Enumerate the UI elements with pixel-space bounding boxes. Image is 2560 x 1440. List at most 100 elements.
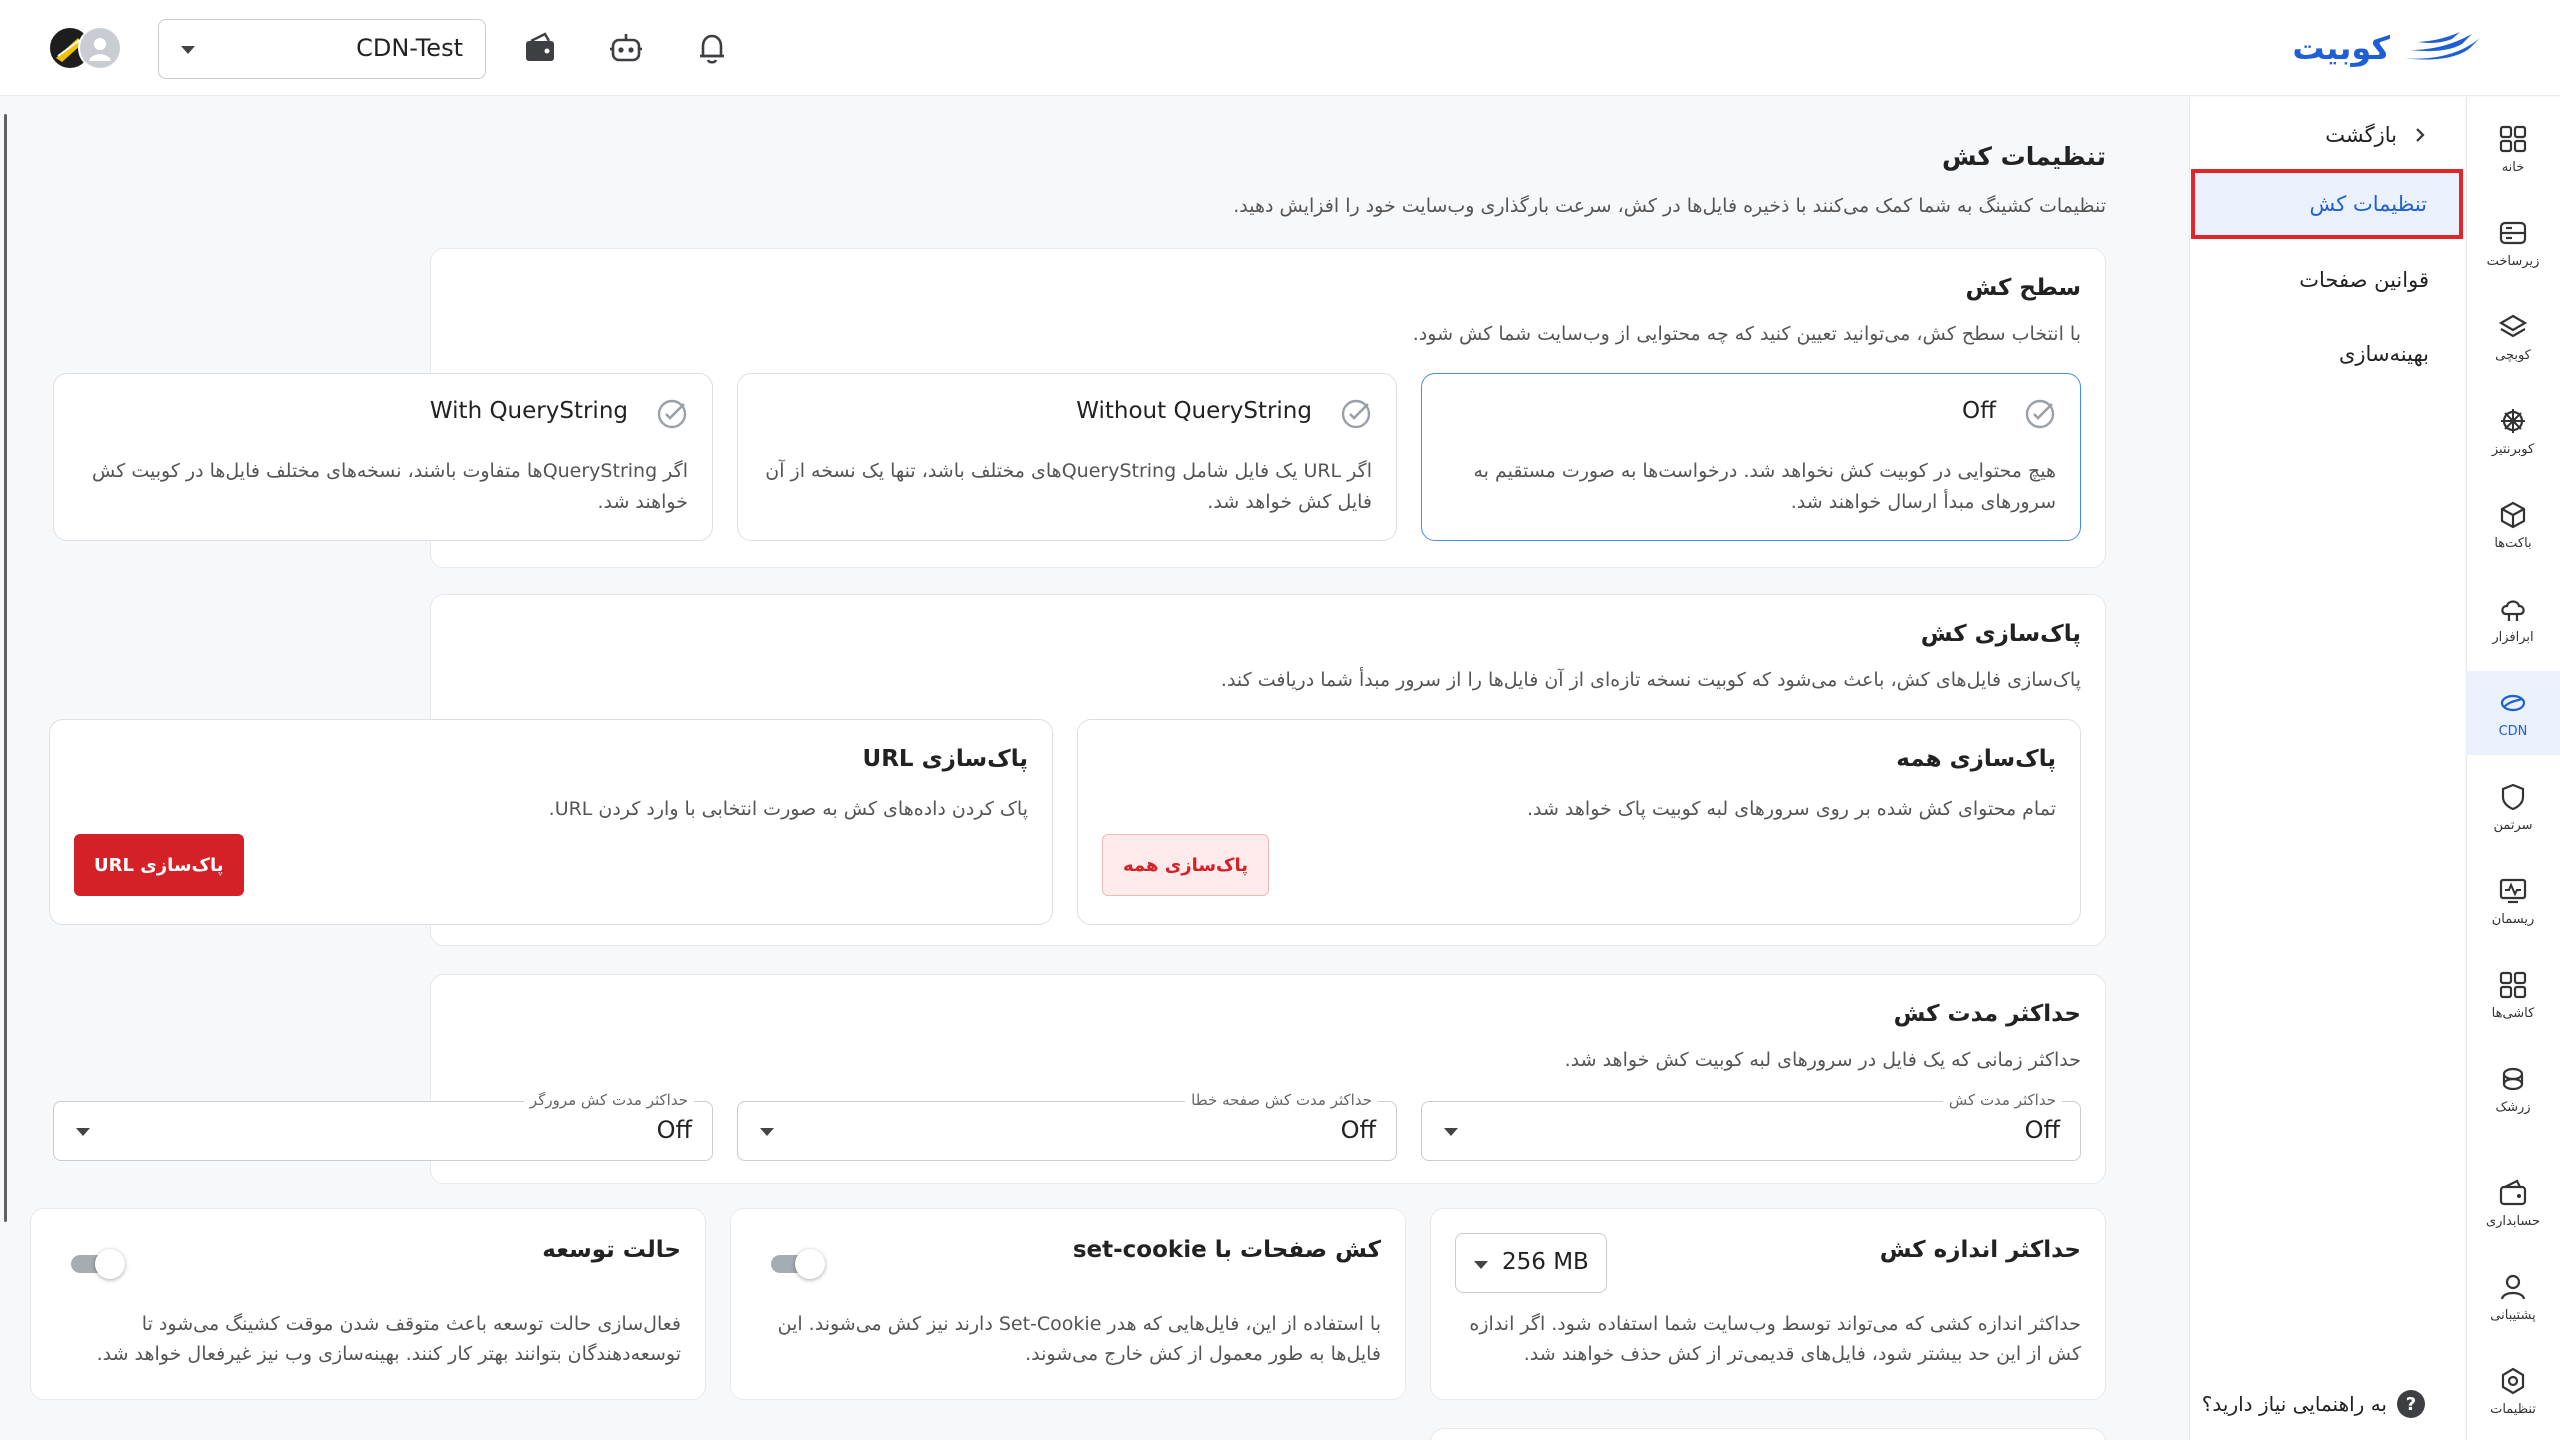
select-value: Off <box>656 1116 692 1144</box>
help-link[interactable]: ? به راهنمایی نیاز دارید؟ <box>2202 1390 2425 1418</box>
person-avatar <box>78 26 122 70</box>
rail-item-cloud-app[interactable]: ابرافزار <box>2466 577 2560 661</box>
max-cache-size-select[interactable]: 256 MB <box>1455 1233 1607 1293</box>
development-mode-toggle[interactable] <box>71 1249 127 1279</box>
chevron-right-icon <box>2416 128 2425 142</box>
icon-rail: خانه زیرساخت کوبچی کوبرنتیز باکت‌ها ابرا… <box>2466 97 2560 1440</box>
kubernetes-icon <box>2501 408 2525 433</box>
subnav-item-optimization[interactable]: بهینه‌سازی <box>2189 319 2465 389</box>
rail-item-kubchi[interactable]: کوبچی <box>2466 295 2560 379</box>
logo-icon <box>2404 32 2480 60</box>
gear-icon <box>2501 1367 2525 1394</box>
development-mode-card: حالت توسعه فعال‌سازی حالت توسعه باعث متو… <box>30 1208 706 1400</box>
cache-level-option-off[interactable]: Off هیچ محتوایی در کوبیت کش نخواهد شد. د… <box>1421 373 2081 541</box>
check-circle-icon <box>2025 399 2055 429</box>
logo-text: کوبیت <box>2292 29 2390 67</box>
back-label: بازگشت <box>2325 123 2397 147</box>
select-value: Off <box>1340 1116 1376 1144</box>
bell-icon <box>700 34 724 64</box>
card-title: حالت توسعه <box>542 1237 681 1263</box>
rail-item-label: کاشی‌ها <box>2491 1005 2535 1021</box>
question-icon: ? <box>2397 1390 2425 1418</box>
panel-description: پاک کردن داده‌های کش به صورت انتخابی با … <box>548 798 1028 820</box>
wallet-button[interactable] <box>520 28 560 68</box>
rail-item-sartaman[interactable]: سرتمن <box>2466 765 2560 849</box>
option-title: Without QueryString <box>1076 398 1312 424</box>
rail-item-zereshk[interactable]: زرشک <box>2466 1047 2560 1131</box>
layers-icon <box>2498 314 2528 337</box>
rail-item-label: پشتیبانی <box>2490 1307 2536 1323</box>
assistant-button[interactable] <box>606 28 646 68</box>
scrollbar[interactable] <box>4 114 7 1222</box>
chevron-down-icon <box>760 1128 774 1136</box>
check-circle-icon <box>1341 399 1371 429</box>
rail-item-support[interactable]: پشتیبانی <box>2466 1255 2560 1339</box>
logo[interactable]: کوبیت <box>2292 26 2484 70</box>
option-title: Off <box>1962 398 1996 424</box>
card-description: حداکثر اندازه کشی که می‌تواند توسط وب‌سا… <box>1469 1313 2081 1365</box>
rail-item-label: ابرافزار <box>2492 629 2534 645</box>
rail-item-label: ریسمان <box>2491 911 2535 927</box>
secondary-nav: بازگشت تنظیمات کش قوانین صفحات بهینه‌ساز… <box>2189 97 2465 1440</box>
rail-item-home[interactable]: خانه <box>2466 107 2560 191</box>
panel-title: پاک‌سازی همه <box>1896 746 2056 772</box>
rail-item-label: باکت‌ها <box>2494 535 2532 551</box>
rail-item-accounting[interactable]: حسابداری <box>2466 1161 2560 1245</box>
chevron-down-icon <box>181 46 195 54</box>
purge-all-button[interactable]: پاک‌سازی همه <box>1102 834 1269 896</box>
user-avatar[interactable] <box>48 26 122 70</box>
card-title: حداکثر اندازه کش <box>1879 1237 2081 1263</box>
field-label: حداکثر مدت کش صفحه خطا <box>1185 1091 1378 1109</box>
wallet-icon <box>526 32 554 61</box>
cache-level-option-with-querystring[interactable]: With QueryString اگر QueryStringها متفاو… <box>53 373 713 541</box>
cache-level-card: سطح کش با انتخاب سطح کش، می‌توانید تعیین… <box>53 248 2106 568</box>
purge-url-button[interactable]: پاک‌سازی URL <box>74 834 244 896</box>
rail-item-buckets[interactable]: باکت‌ها <box>2466 483 2560 567</box>
page-description: تنظیمات کشینگ به شما کمک می‌کنند با ذخیر… <box>1233 195 2106 217</box>
support-icon <box>2500 1274 2526 1299</box>
select-value: Off <box>2024 1116 2060 1144</box>
subnav-item-page-rules[interactable]: قوانین صفحات <box>2189 245 2465 315</box>
back-link[interactable]: بازگشت <box>2325 115 2429 155</box>
cdn-icon <box>2500 694 2526 711</box>
rail-item-tiles[interactable]: کاشی‌ها <box>2466 953 2560 1037</box>
project-select-value: CDN-Test <box>356 34 463 62</box>
set-cookie-toggle[interactable] <box>771 1249 827 1279</box>
rail-item-kubernetes[interactable]: کوبرنتیز <box>2466 389 2560 473</box>
set-cookie-card: کش صفحات با set-cookie با استفاده از این… <box>730 1208 1406 1400</box>
error-page-ttl-select[interactable]: حداکثر مدت کش صفحه خطا Off <box>737 1091 1397 1161</box>
grid-icon <box>2499 125 2527 152</box>
panel-title: پاک‌سازی URL <box>862 746 1028 772</box>
toggle-knob <box>795 1249 825 1279</box>
max-cache-size-card: حداکثر اندازه کش 256 MB حداکثر اندازه کش… <box>1430 1208 2106 1400</box>
shield-icon <box>2501 783 2525 810</box>
page-title: تنظیمات کش <box>1941 142 2106 171</box>
rail-item-cdn[interactable]: CDN <box>2466 671 2560 755</box>
cube-icon <box>2500 501 2526 528</box>
monitor-icon <box>2499 878 2527 903</box>
panel-description: تمام محتوای کش شده بر روی سرورهای لبه کو… <box>1526 798 2056 820</box>
notifications-button[interactable] <box>692 28 732 68</box>
rail-item-label: سرتمن <box>2493 817 2533 833</box>
purge-url-panel: پاک‌سازی URL پاک کردن داده‌های کش به صور… <box>49 719 1053 925</box>
card-description: حداکثر زمانی که یک فایل در سرورهای لبه ک… <box>1564 1049 2081 1071</box>
browser-ttl-select[interactable]: حداکثر مدت کش مرورگر Off <box>53 1091 713 1161</box>
cache-level-option-without-querystring[interactable]: Without QueryString اگر URL یک فایل شامل… <box>737 373 1397 541</box>
subnav-item-label: قوانین صفحات <box>2299 268 2429 292</box>
max-ttl-select[interactable]: حداکثر مدت کش Off <box>1421 1091 2081 1161</box>
rail-item-risman[interactable]: ریسمان <box>2466 859 2560 943</box>
chevron-down-icon <box>1444 1128 1458 1136</box>
cloud-app-icon <box>2501 599 2525 621</box>
rail-item-settings[interactable]: تنظیمات <box>2466 1349 2560 1433</box>
card-title: حداکثر مدت کش <box>1893 1001 2081 1027</box>
project-select[interactable]: CDN-Test <box>158 19 486 79</box>
card-description: با انتخاب سطح کش، می‌توانید تعیین کنید ک… <box>1412 323 2081 345</box>
rail-item-label: کوبچی <box>2495 347 2531 363</box>
rail-item-label: CDN <box>2498 723 2528 739</box>
rail-item-label: کوبرنتیز <box>2491 441 2535 457</box>
server-icon <box>2499 221 2527 244</box>
subnav-item-cache-settings[interactable]: تنظیمات کش <box>2191 169 2463 239</box>
rail-item-infrastructure[interactable]: زیرساخت <box>2466 201 2560 285</box>
chevron-down-icon <box>1474 1261 1488 1269</box>
card-description: پاک‌سازی فایل‌های کش، باعث می‌شود که کوب… <box>1220 669 2081 691</box>
